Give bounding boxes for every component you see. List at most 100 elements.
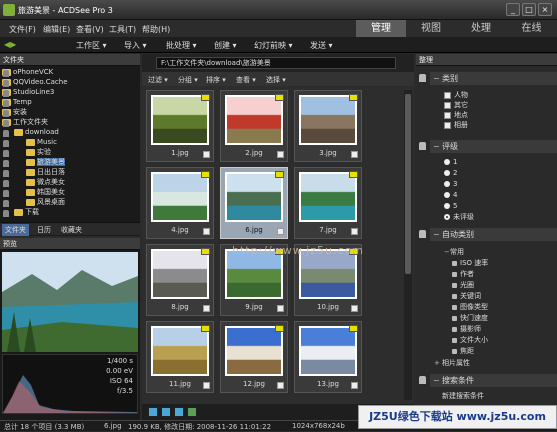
path-field[interactable]: F:\工作文件夹\download\旅游美景 [156,57,396,69]
folder-item[interactable]: QQVideo.Cache [2,78,68,87]
share-icon[interactable] [187,407,197,417]
status-file: 6.jpg [104,422,122,430]
rating-item[interactable]: 1 [444,158,457,167]
tab-calendar[interactable]: 日历 [34,224,54,236]
menu-edit[interactable]: 编辑(E) [43,24,70,35]
back-icon[interactable]: ◀▶ [4,40,16,49]
radio[interactable] [444,170,450,176]
auto-category-item[interactable]: 文件大小 [452,336,488,345]
folder-label: 下载 [25,208,39,216]
folder-item[interactable]: oPhoneVCK [2,68,53,77]
folder-item[interactable]: 风景桌面 [26,198,65,207]
toolbar-slideshow[interactable]: 幻灯前映 ▾ [254,40,293,51]
menu-view[interactable]: 查看(V) [76,24,104,35]
auto-category-item[interactable]: 图像类型 [452,303,488,312]
folder-icon [26,168,35,176]
thumbnail[interactable]: 3.jpg [294,90,362,162]
toolbar-send[interactable]: 发送 ▾ [310,40,333,51]
thumbnail[interactable]: 13.jpg [294,321,362,393]
radio[interactable] [444,181,450,187]
tab-folders[interactable]: 文件夹 [2,224,29,236]
thumbnail[interactable]: 2.jpg [220,90,288,162]
menu-help[interactable]: 帮助(H) [142,24,170,35]
toolbar-batch[interactable]: 批处理 ▾ [166,40,197,51]
rating-item[interactable]: 5 [444,202,457,211]
menu-tools[interactable]: 工具(T) [109,24,136,35]
thumbnail[interactable]: 8.jpg [146,244,214,316]
folder-item[interactable]: StudioLine3 [2,88,54,97]
rotate-icon[interactable] [161,407,171,417]
select-menu[interactable]: 选择 ▾ [266,75,286,85]
scrollbar-thumb[interactable] [405,94,411,274]
edit-icon[interactable] [174,407,184,417]
radio[interactable] [444,214,450,220]
sort-menu[interactable]: 排序 ▾ [206,75,226,85]
minimize-button[interactable]: _ [506,3,520,16]
acdsee-app-icon[interactable] [3,4,15,16]
auto-category-item-label: 文件大小 [460,336,488,344]
folder-item[interactable]: 日出日落 [26,168,65,177]
auto-category-item[interactable]: 关键词 [452,292,481,301]
category-item[interactable]: 其它 [444,101,468,110]
folder-label: 韩国美女 [37,188,65,196]
thumbnail-label: 7.jpg [319,226,337,234]
category-item[interactable]: 人物 [444,91,468,100]
pin-icon [3,150,9,157]
rating-item[interactable]: 3 [444,180,457,189]
checkbox[interactable] [444,101,451,109]
filter-menu[interactable]: 过滤 ▾ [148,75,168,85]
maximize-button[interactable]: □ [522,3,536,16]
folder-item[interactable]: 韩国美女 [26,188,65,197]
folder-label: 实验 [37,148,51,156]
tag-icon[interactable] [148,407,158,417]
auto-category-item[interactable]: ISO 速率 [452,259,488,268]
auto-category-item[interactable]: 光圈 [452,281,474,290]
exif-aperture: f/3.5 [117,387,133,395]
auto-category-item[interactable]: 快门速度 [452,314,488,323]
group-menu[interactable]: 分组 ▾ [178,75,198,85]
radio[interactable] [444,192,450,198]
thumbnail[interactable]: 4.jpg [146,167,214,239]
pin-icon [419,142,426,150]
radio[interactable] [444,159,450,165]
folder-item[interactable]: download [14,128,59,137]
watermark-text: http://www.jz5u.com [232,244,364,257]
thumbnail[interactable]: 1.jpg [146,90,214,162]
radio[interactable] [444,203,450,209]
tab-favorites[interactable]: 收藏夹 [58,224,85,236]
toolbar-import[interactable]: 导入 ▾ [124,40,147,51]
category-item[interactable]: 地点 [444,111,468,120]
tab-view[interactable]: 视图 [406,20,456,37]
folder-item[interactable]: 旅游美景 [26,158,65,167]
tab-manage[interactable]: 管理 [356,20,406,37]
thumbnail[interactable]: 6.jpg [220,167,288,239]
auto-category-item[interactable]: 作者 [452,270,474,279]
menu-file[interactable]: 文件(F) [9,24,36,35]
checkbox[interactable] [444,91,451,99]
checkbox[interactable] [444,121,451,129]
auto-category-item[interactable]: 摄影师 [452,325,481,334]
auto-category-item[interactable]: 焦距 [452,347,474,356]
folder-item[interactable]: Music [26,138,57,147]
folder-item[interactable]: 下载 [14,208,39,217]
rating-item[interactable]: 4 [444,191,457,200]
view-menu[interactable]: 查看 ▾ [236,75,256,85]
tab-online[interactable]: 在线 [506,20,557,37]
checkbox[interactable] [444,111,451,119]
folder-item[interactable]: 实验 [26,148,51,157]
jpeg-badge-icon [349,325,358,332]
folder-tree[interactable]: oPhoneVCK QQVideo.Cache StudioLine3 Temp 安装工… [0,66,140,223]
rating-item[interactable]: 2 [444,169,457,178]
toolbar-create[interactable]: 创建 ▾ [214,40,237,51]
thumbnail[interactable]: 12.jpg [220,321,288,393]
tab-develop[interactable]: 处理 [456,20,506,37]
rating-item[interactable]: 未评级 [444,213,474,222]
folder-item[interactable]: 微点美女 [26,178,65,187]
thumbnail[interactable]: 7.jpg [294,167,362,239]
folder-icon [26,188,35,196]
category-item[interactable]: 相册 [444,121,468,130]
close-button[interactable]: × [538,3,552,16]
rating-item-label: 2 [453,169,458,177]
thumbnail[interactable]: 11.jpg [146,321,214,393]
toolbar-workspace[interactable]: 工作区 ▾ [76,40,107,51]
